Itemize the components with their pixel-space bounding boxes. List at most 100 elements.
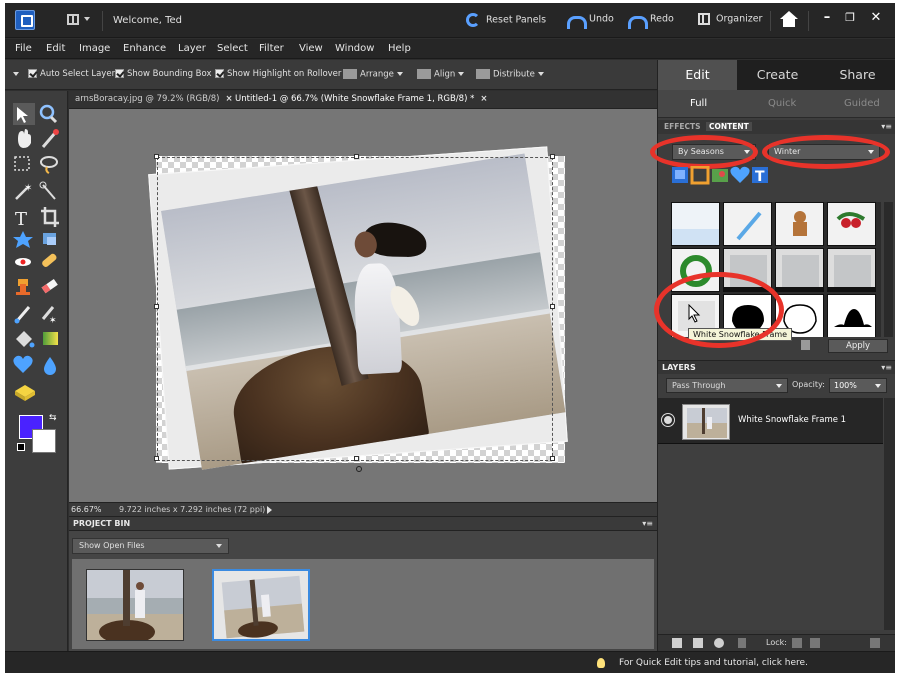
tab-edit[interactable]: Edit	[658, 60, 737, 90]
panel-menu-icon[interactable]: ▾≡	[881, 363, 892, 372]
tab-create[interactable]: Create	[738, 60, 817, 90]
eye-icon[interactable]	[662, 414, 674, 426]
trash-icon[interactable]	[801, 340, 810, 350]
show-highlight-checkbox[interactable]: Show Highlight on Rollover	[215, 69, 341, 79]
eraser-tool-icon[interactable]	[41, 278, 58, 294]
crop-tool-icon[interactable]	[41, 207, 59, 227]
adjustment-layer-icon[interactable]	[714, 638, 724, 648]
auto-select-layer-checkbox[interactable]: Auto Select Layer	[28, 69, 115, 79]
content-item[interactable]	[671, 202, 720, 246]
resize-handle[interactable]	[550, 304, 555, 309]
zoom-tool-icon[interactable]	[39, 104, 58, 124]
smart-brush-tool-icon[interactable]: ✶	[41, 306, 57, 326]
custom-shape-tool-icon[interactable]	[13, 355, 33, 373]
trash-icon[interactable]	[870, 638, 880, 648]
reset-panels-button[interactable]: Reset Panels	[466, 13, 546, 29]
default-colors-icon[interactable]	[17, 443, 25, 451]
sponge-tool-icon[interactable]	[15, 385, 35, 401]
content-item[interactable]	[671, 248, 720, 292]
quick-selection-tool-icon[interactable]	[39, 181, 56, 200]
resize-handle[interactable]	[354, 154, 359, 159]
app-logo-icon[interactable]	[15, 10, 35, 30]
tab-quick[interactable]: Quick	[768, 98, 796, 109]
red-eye-tool-icon[interactable]	[15, 258, 31, 266]
menu-help[interactable]: Help	[388, 43, 411, 54]
document-artboard[interactable]	[148, 146, 568, 472]
resize-handle[interactable]	[154, 304, 159, 309]
blend-mode-dropdown[interactable]: Pass Through	[666, 378, 788, 393]
tab-guided[interactable]: Guided	[844, 98, 880, 109]
organizer-button[interactable]: Organizer	[698, 13, 762, 29]
straighten-tool-icon[interactable]	[43, 233, 56, 245]
menu-view[interactable]: View	[299, 43, 323, 54]
menu-file[interactable]: File	[15, 43, 32, 54]
text-icon[interactable]: T	[752, 167, 768, 185]
redo-button[interactable]: Redo	[626, 13, 674, 29]
menu-image[interactable]: Image	[79, 43, 110, 54]
thumbnail-untitled[interactable]	[212, 569, 310, 641]
show-files-dropdown[interactable]: Show Open Files	[72, 538, 229, 554]
spot-healing-tool-icon[interactable]	[41, 253, 58, 269]
rotate-handle[interactable]	[356, 466, 362, 472]
thumbnail-boracay[interactable]	[86, 569, 184, 641]
lock-transparent-icon[interactable]	[792, 638, 802, 648]
lasso-tool-icon[interactable]	[40, 156, 58, 174]
background-color-swatch[interactable]	[32, 429, 56, 453]
panel-menu-icon[interactable]: ▾≡	[642, 519, 653, 528]
content-item[interactable]	[827, 202, 876, 246]
type-tool-icon[interactable]: T	[15, 209, 27, 230]
content-item[interactable]	[723, 202, 772, 246]
doc-tab-untitled[interactable]: Untitled-1 @ 66.7% (White Snowflake Fram…	[235, 94, 487, 104]
apply-button[interactable]: Apply	[828, 339, 888, 353]
backgrounds-icon[interactable]	[672, 167, 688, 183]
resize-handle[interactable]	[354, 456, 359, 461]
distribute-dropdown[interactable]: Distribute	[476, 69, 544, 80]
tab-share[interactable]: Share	[818, 60, 895, 90]
layout-menu-button[interactable]	[65, 12, 93, 28]
paint-bucket-tool-icon[interactable]	[16, 331, 35, 348]
menu-select[interactable]: Select	[217, 43, 248, 54]
canvas-area[interactable]	[69, 109, 657, 502]
swap-colors-icon[interactable]: ⇆	[49, 413, 57, 423]
resize-handle[interactable]	[154, 456, 159, 461]
close-tab-icon[interactable]: ×	[480, 94, 487, 104]
add-mask-icon[interactable]	[693, 638, 703, 648]
content-item[interactable]	[775, 248, 824, 292]
snowflake-frame-layer[interactable]	[148, 146, 568, 470]
graphics-icon[interactable]	[712, 169, 728, 182]
tab-full[interactable]: Full	[690, 98, 707, 109]
quick-edit-tips-link[interactable]: For Quick Edit tips and tutorial, click …	[619, 658, 808, 668]
magic-wand-tool-icon[interactable]: ✶	[15, 183, 32, 200]
menu-window[interactable]: Window	[335, 43, 374, 54]
eyedropper-tool-icon[interactable]	[41, 129, 59, 148]
tab-effects[interactable]: EFFECTS	[664, 122, 701, 131]
content-filter-dropdown[interactable]: By Seasons	[672, 144, 756, 160]
blur-tool-icon[interactable]	[44, 357, 56, 375]
menu-filter[interactable]: Filter	[259, 43, 284, 54]
undo-button[interactable]: Undo	[565, 13, 614, 29]
menu-layer[interactable]: Layer	[178, 43, 206, 54]
close-icon[interactable]: ✕	[867, 9, 885, 27]
opacity-field[interactable]: 100%	[829, 378, 887, 393]
close-tab-icon[interactable]: ×	[226, 94, 233, 104]
link-layers-icon[interactable]	[738, 638, 746, 648]
lock-all-icon[interactable]	[810, 638, 820, 648]
resize-handle[interactable]	[154, 154, 159, 159]
content-item[interactable]	[827, 248, 876, 292]
brush-tool-icon[interactable]	[14, 306, 31, 324]
new-layer-icon[interactable]	[672, 638, 682, 648]
tool-preset-dropdown[interactable]	[10, 69, 19, 79]
cookie-cutter-tool-icon[interactable]	[13, 231, 33, 248]
align-dropdown[interactable]: Align	[417, 69, 465, 80]
marquee-tool-icon[interactable]	[14, 156, 30, 171]
panel-menu-icon[interactable]: ▾≡	[881, 122, 892, 131]
content-item[interactable]	[723, 248, 772, 292]
shapes-icon[interactable]	[730, 166, 750, 183]
doc-tab-boracay[interactable]: arnsBoracay.jpg @ 79.2% (RGB/8) ×	[75, 94, 233, 104]
minimize-icon[interactable]: –	[818, 9, 836, 27]
layer-row[interactable]: White Snowflake Frame 1	[658, 398, 883, 444]
restore-icon[interactable]: ❐	[841, 9, 859, 27]
move-tool-icon[interactable]	[13, 103, 35, 125]
zoom-level[interactable]: 66.67%	[71, 505, 102, 514]
hand-tool-icon[interactable]	[18, 129, 31, 148]
